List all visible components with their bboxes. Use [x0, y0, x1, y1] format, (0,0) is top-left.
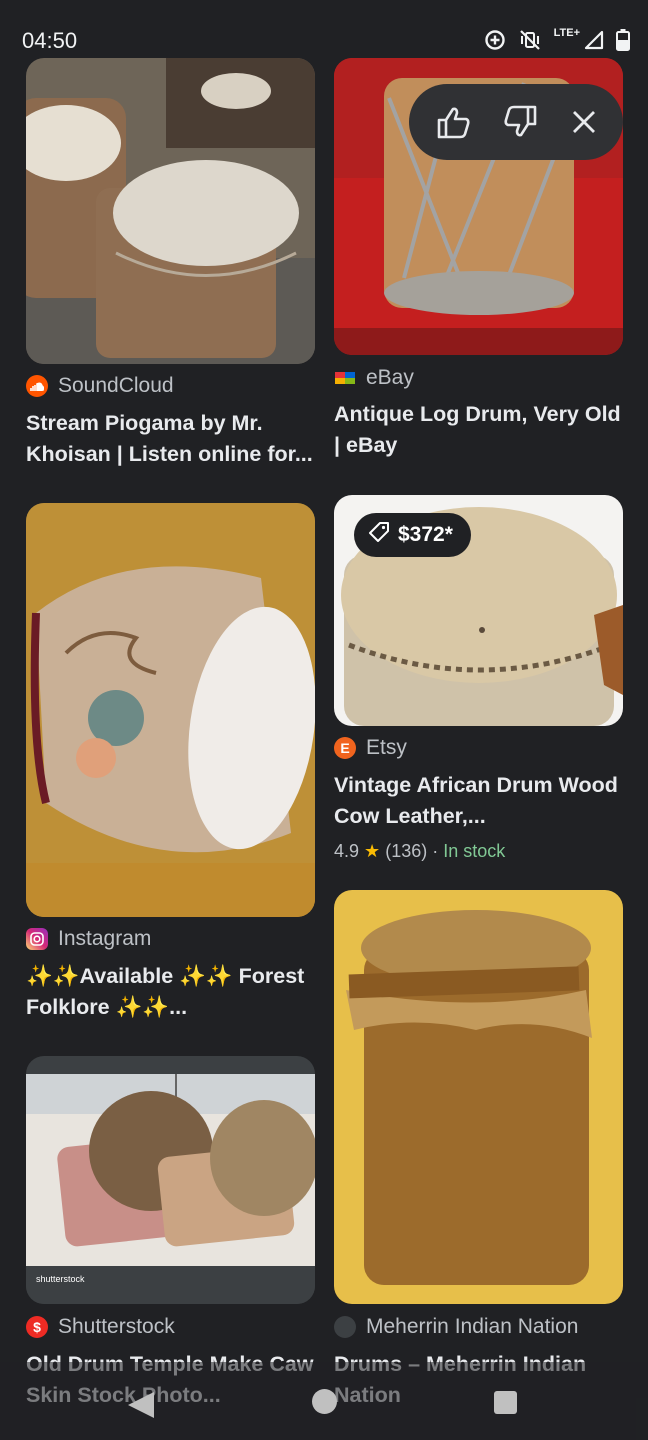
soundcloud-icon: [26, 375, 48, 397]
result-source: E Etsy: [334, 736, 407, 760]
watermark-text: shutterstock: [36, 1274, 85, 1284]
recents-icon[interactable]: [494, 1391, 517, 1414]
signal-icon: [584, 30, 604, 50]
status-time: 04:50: [22, 28, 78, 53]
data-saver-icon: [484, 29, 506, 51]
star-icon: ★: [364, 841, 381, 861]
result-source: eBay: [334, 366, 414, 390]
result-source-label: Instagram: [58, 927, 152, 950]
back-icon[interactable]: [128, 1392, 154, 1418]
vibrate-off-icon: [518, 29, 542, 51]
shutterstock-icon: $: [26, 1316, 48, 1338]
result-source: SoundCloud: [26, 374, 174, 398]
result-image[interactable]: [26, 58, 315, 364]
result-source: Instagram: [26, 927, 151, 951]
result-title[interactable]: ✨✨Available ✨✨ Forest Folklore ✨✨...: [26, 961, 321, 1023]
separator: ·: [432, 841, 439, 861]
price-badge: $372*: [354, 513, 471, 557]
result-image[interactable]: [26, 503, 315, 917]
feedback-bar: [409, 84, 623, 160]
result-source-label: eBay: [366, 366, 414, 389]
instagram-icon: [26, 928, 48, 950]
rating-row: 4.9 ★ (136) · In stock: [334, 841, 505, 862]
result-image[interactable]: [334, 890, 623, 1304]
status-icons: LTE+: [484, 26, 630, 54]
result-title[interactable]: Antique Log Drum, Very Old | eBay: [334, 399, 624, 461]
etsy-icon: E: [334, 737, 356, 759]
thumbs-down-icon[interactable]: [503, 105, 539, 139]
thumbs-up-icon[interactable]: [435, 105, 471, 139]
stock-status: In stock: [443, 841, 506, 861]
rating-value: 4.9: [334, 841, 360, 861]
result-source: $ Shutterstock: [26, 1315, 175, 1339]
result-title[interactable]: Vintage African Drum Wood Cow Leather,..…: [334, 770, 624, 832]
home-icon[interactable]: [312, 1389, 337, 1414]
result-source-label: SoundCloud: [58, 374, 174, 397]
network-type: LTE+: [553, 27, 580, 39]
close-icon[interactable]: [571, 109, 597, 135]
result-title[interactable]: Stream Piogama by Mr. Khoisan | Listen o…: [26, 408, 318, 470]
battery-icon: [616, 29, 630, 51]
result-image[interactable]: shutterstock: [26, 1056, 315, 1304]
result-source-label: Etsy: [366, 736, 407, 759]
price-tag-icon: [368, 521, 390, 549]
result-source-label: Meherrin Indian Nation: [366, 1315, 579, 1338]
review-count: (136): [385, 841, 428, 861]
result-source-label: Shutterstock: [58, 1315, 175, 1338]
ebay-icon: [334, 367, 356, 389]
price-value: $372*: [398, 523, 453, 546]
meherrin-icon: [334, 1316, 356, 1338]
result-source: Meherrin Indian Nation: [334, 1315, 578, 1339]
